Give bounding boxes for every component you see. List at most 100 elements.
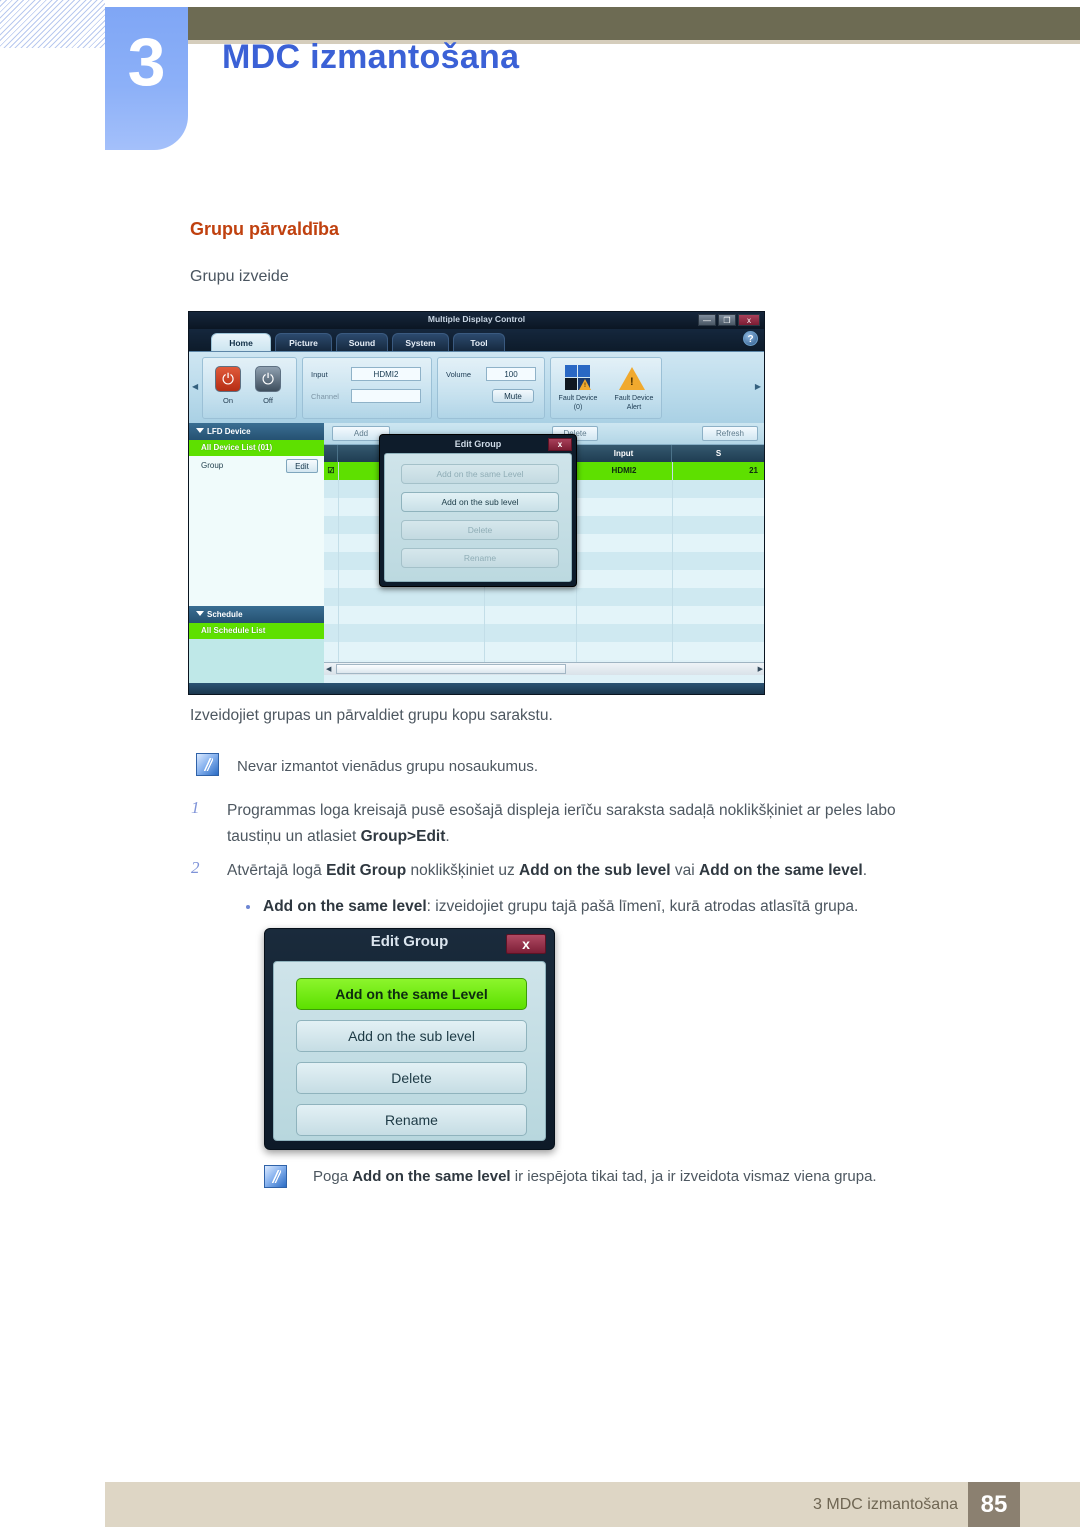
table-grid-line — [672, 462, 673, 664]
sidebar-item-all-schedule-list[interactable]: All Schedule List — [189, 623, 324, 639]
step-2-text-pre: Atvērtajā logā — [227, 862, 327, 879]
scrollbar-thumb[interactable] — [336, 664, 566, 674]
header-olive-bar — [188, 7, 1080, 40]
fault-alert-label-1: Fault Device — [614, 395, 654, 402]
power-on-button[interactable]: ⏻ — [215, 366, 241, 392]
fault-device-alert-icon[interactable]: ! — [619, 365, 645, 391]
mdc-status-bar — [189, 683, 764, 694]
sidebar-section-lfd-device[interactable]: LFD Device — [189, 423, 324, 440]
page-number: 85 — [968, 1482, 1020, 1527]
step-number-1: 1 — [191, 798, 200, 817]
volume-group: Volume 100 Mute — [437, 357, 545, 419]
help-icon[interactable]: ? — [743, 331, 758, 346]
decorative-stripes — [0, 0, 105, 48]
close-icon[interactable]: x — [506, 934, 546, 954]
step-2-text-post: . — [862, 862, 868, 879]
sidebar-schedule-label: Schedule — [207, 610, 243, 619]
volume-value[interactable]: 100 — [486, 367, 536, 381]
edit-group-large-body: Add on the same Level Add on the sub lev… — [273, 961, 546, 1141]
table-row[interactable] — [324, 588, 764, 606]
fault-device-count: (0) — [573, 404, 583, 411]
channel-stepper[interactable] — [351, 389, 421, 403]
table-header-status[interactable]: S — [672, 445, 764, 462]
tab-picture[interactable]: Picture — [275, 333, 332, 351]
table-header-checkbox[interactable] — [324, 445, 338, 462]
table-row[interactable] — [324, 606, 764, 624]
chapter-header: 3 MDC izmantošana — [0, 0, 1080, 160]
tab-sound[interactable]: Sound — [336, 333, 388, 351]
table-row[interactable] — [324, 642, 764, 660]
step-1-text-post: . — [445, 828, 450, 845]
add-on-same-level-button[interactable]: Add on the same Level — [401, 464, 559, 484]
fault-device-label: Fault Device — [558, 395, 598, 402]
footer-chapter-text: 3 MDC izmantošana — [813, 1496, 958, 1513]
chevron-down-icon — [196, 428, 204, 433]
sidebar-item-all-device-list[interactable]: All Device List (01) — [189, 440, 324, 456]
power-group: ⏻ On ⏻ Off — [202, 357, 297, 419]
channel-label: Channel — [311, 392, 339, 401]
power-off-button[interactable]: ⏻ — [255, 366, 281, 392]
mute-button[interactable]: Mute — [492, 389, 534, 403]
cell-input: HDMI2 — [611, 466, 637, 475]
table-row[interactable] — [324, 624, 764, 642]
note-2-pre: Poga — [313, 1168, 353, 1185]
chapter-title: MDC izmantošana — [222, 38, 520, 76]
step-1-line-2: taustiņu un atlasiet Group>Edit. — [227, 824, 987, 850]
section-subheading: Grupu izveide — [190, 268, 289, 285]
volume-label: Volume — [446, 370, 472, 379]
step-1-text-pre: taustiņu un atlasiet — [227, 828, 361, 845]
section-heading: Grupu pārvaldība — [190, 219, 340, 239]
refresh-button[interactable]: Refresh — [702, 426, 758, 441]
tab-system[interactable]: System — [392, 333, 449, 351]
sidebar-item-group[interactable]: Group Edit — [189, 456, 324, 476]
note-text-1: Nevar izmantot vienādus grupu nosaukumus… — [237, 758, 538, 775]
table-header-input[interactable]: Input — [576, 445, 672, 462]
sidebar-edit-button[interactable]: Edit — [286, 459, 318, 473]
sidebar-section-schedule[interactable]: Schedule — [189, 606, 324, 623]
close-icon[interactable]: x — [548, 438, 572, 451]
mdc-window-controls: — ❐ x — [698, 314, 760, 326]
step-2-text-mid-1: noklikšķiniet uz — [406, 862, 520, 879]
close-icon[interactable]: x — [738, 314, 760, 326]
bullet-rest: : izveidojiet grupu tajā pašā līmenī, ku… — [426, 898, 859, 915]
note-2-bold: Add on the same level — [352, 1168, 511, 1185]
power-off-label: Off — [263, 396, 273, 405]
add-on-same-level-button[interactable]: Add on the same Level — [296, 978, 527, 1010]
input-select[interactable]: HDMI2 — [351, 367, 421, 381]
ribbon-scroll-right-icon[interactable]: ▶ — [755, 382, 761, 391]
mdc-tab-bar: Home Picture Sound System Tool — [189, 329, 764, 351]
add-on-sub-level-button[interactable]: Add on the sub level — [296, 1020, 527, 1052]
rename-button[interactable]: Rename — [401, 548, 559, 568]
step-2-line: Atvērtajā logā Edit Group noklikšķiniet … — [227, 858, 997, 884]
mdc-window-title: Multiple Display Control — [427, 314, 526, 324]
fault-alert-label-2: Alert — [626, 404, 642, 411]
sidebar-lfd-device-label: LFD Device — [207, 427, 251, 436]
add-on-sub-level-button[interactable]: Add on the sub level — [401, 492, 559, 512]
delete-button[interactable]: Delete — [296, 1062, 527, 1094]
ribbon-scroll-left-icon[interactable]: ◀ — [192, 382, 198, 391]
rename-button[interactable]: Rename — [296, 1104, 527, 1136]
intro-paragraph: Izveidojiet grupas un pārvaldiet grupu k… — [190, 707, 553, 724]
tab-tool[interactable]: Tool — [453, 333, 505, 351]
fault-device-icon[interactable]: ! — [565, 365, 591, 391]
step-2-bold-1: Edit Group — [326, 862, 407, 879]
minimize-icon[interactable]: — — [698, 314, 716, 326]
note-2-post: ir iespējota tikai tad, ja ir izveidota … — [510, 1168, 877, 1185]
bullet-icon — [246, 905, 250, 909]
mdc-sidebar: LFD Device All Device List (01) Group Ed… — [189, 423, 324, 685]
power-on-label: On — [222, 396, 233, 405]
table-horizontal-scrollbar[interactable]: ◀ ▶ — [324, 662, 764, 675]
mdc-ribbon: ◀ ▶ ⏻ On ⏻ Off Input HDMI2 Channel Volum… — [189, 351, 764, 424]
fault-device-group: ! Fault Device (0) ! Fault Device Alert — [550, 357, 662, 419]
input-label: Input — [311, 370, 328, 379]
mdc-application-screenshot: Multiple Display Control — ❐ x Home Pict… — [188, 311, 765, 695]
tab-home[interactable]: Home — [211, 333, 271, 351]
delete-button[interactable]: Delete — [401, 520, 559, 540]
edit-group-dialog-inline: Edit Group x Add on the same Level Add o… — [379, 434, 577, 587]
table-grid-line — [338, 462, 339, 664]
step-number-2: 2 — [191, 858, 200, 877]
power-icon: ⏻ — [222, 370, 234, 388]
power-icon: ⏻ — [262, 370, 274, 388]
cell-extra: 21 — [749, 466, 758, 475]
maximize-icon[interactable]: ❐ — [718, 314, 736, 326]
